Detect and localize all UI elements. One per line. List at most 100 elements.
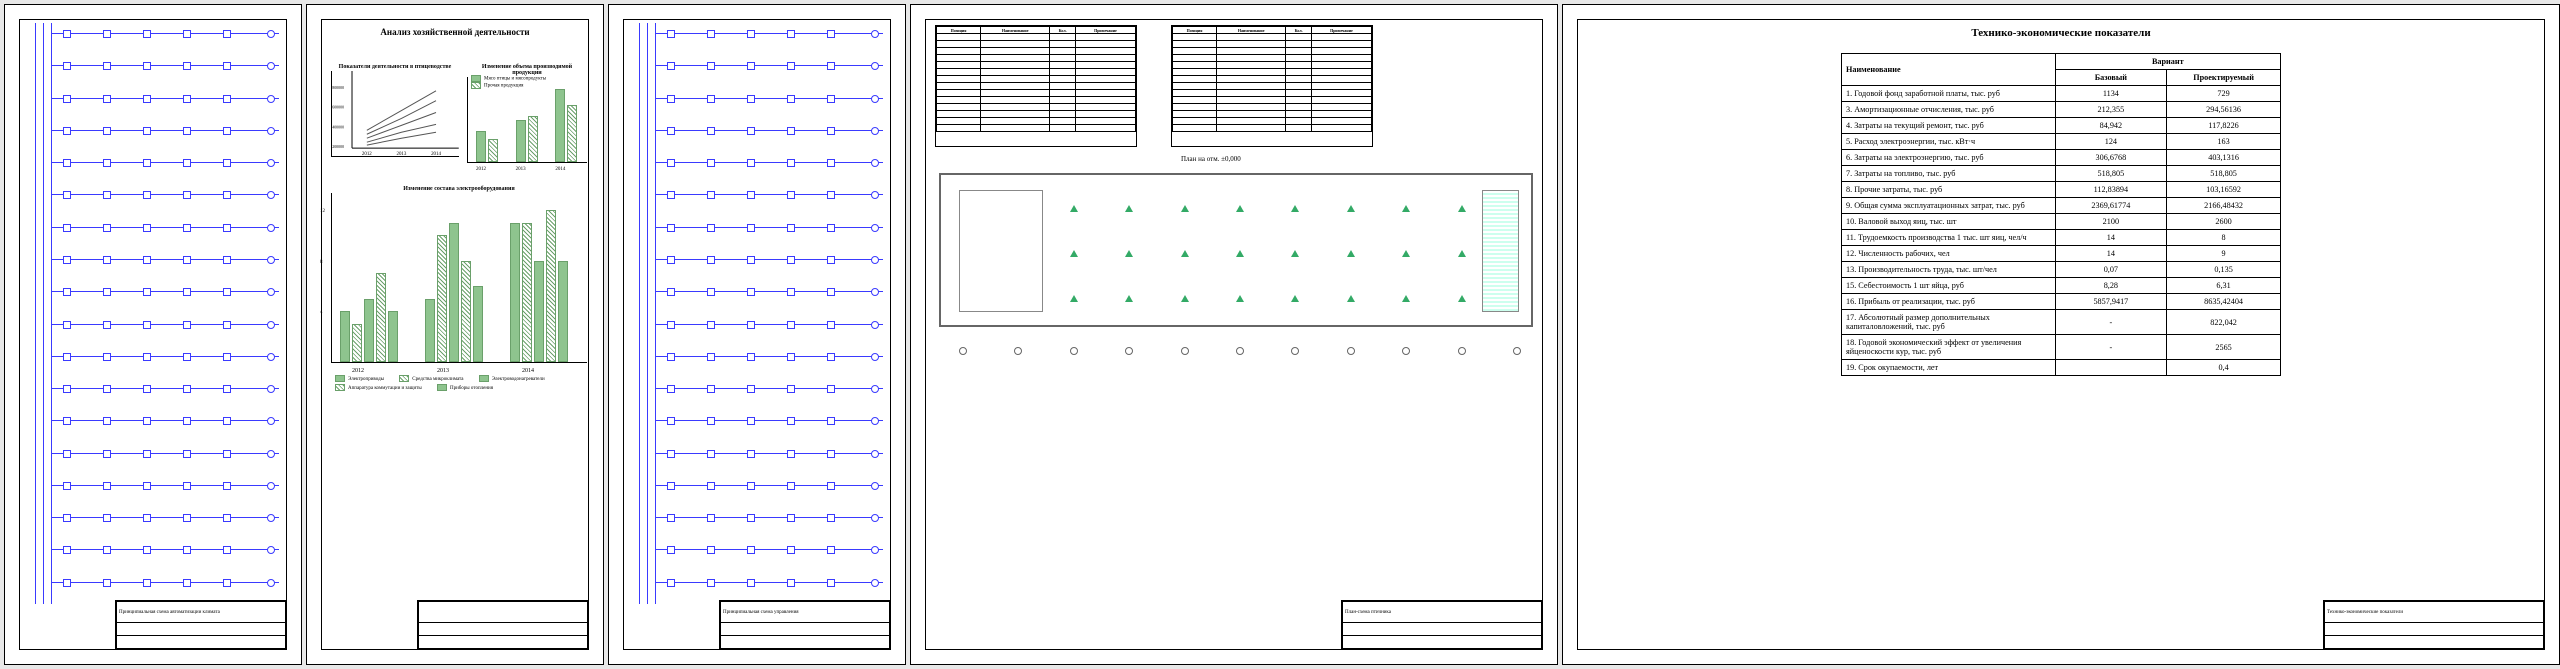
title-block-name: План-схема птичника <box>1343 602 1542 623</box>
legend-chart2: Мясо птицы и мясопродукты Прочая продукц… <box>471 75 546 89</box>
chart-line-indicators: Показатели деятельности в птицеводстве 2… <box>331 63 459 159</box>
title-block <box>417 600 589 650</box>
te-row-design: 2565 <box>2167 335 2281 360</box>
te-row-design: 822,042 <box>2167 310 2281 335</box>
schematic-diagram <box>23 23 283 604</box>
te-row-design: 8 <box>2167 230 2281 246</box>
tech-econ-table: Наименование Вариант Базовый Проектируем… <box>1841 53 2281 376</box>
svg-text:2013: 2013 <box>396 152 406 157</box>
title-block: План-схема птичника <box>1341 600 1543 650</box>
sheet-analysis: Анализ хозяйственной деятельности Показа… <box>306 4 604 665</box>
title-block: Принципиальная схема автоматизации клима… <box>115 600 287 650</box>
te-row-base: 1134 <box>2055 86 2167 102</box>
te-row-base: 212,355 <box>2055 102 2167 118</box>
te-row-base: 14 <box>2055 246 2167 262</box>
svg-text:800000: 800000 <box>332 85 344 90</box>
te-row-design: 103,16592 <box>2167 182 2281 198</box>
sheet-header: Технико-экономические показатели <box>1563 27 2559 39</box>
te-row-base: 518,805 <box>2055 166 2167 182</box>
te-row-design: 2166,48432 <box>2167 198 2281 214</box>
svg-text:2014: 2014 <box>431 152 441 157</box>
svg-text:600000: 600000 <box>332 105 344 110</box>
te-row-design: 2600 <box>2167 214 2281 230</box>
sheet-plan: ПозицияНаименованиеКол.Примечание Позици… <box>910 4 1558 665</box>
te-row-design: 518,805 <box>2167 166 2281 182</box>
te-row-design: 163 <box>2167 134 2281 150</box>
chart-axes: 200000 400000 600000 800000 2012 2013 2014 <box>331 71 459 157</box>
plan-label: План на отм. ±0,000 <box>1181 155 1241 163</box>
te-row-base: 14 <box>2055 230 2167 246</box>
svg-text:2012: 2012 <box>362 152 372 157</box>
spec-table-left: ПозицияНаименованиеКол.Примечание <box>935 25 1137 147</box>
te-row-base: 5857,9417 <box>2055 294 2167 310</box>
te-row-name: 6. Затраты на электроэнергию, тыс. руб <box>1842 150 2056 166</box>
te-row-name: 13. Производительность труда, тыс. шт/че… <box>1842 262 2056 278</box>
te-row-name: 8. Прочие затраты, тыс. руб <box>1842 182 2056 198</box>
chart-axes: 201220132014 <box>467 77 587 163</box>
te-row-base: - <box>2055 310 2167 335</box>
title-block-name: Принципиальная схема управления <box>721 602 890 623</box>
plan-outline <box>939 173 1533 327</box>
sheet-schematic-climate: Принципиальная схема автоматизации клима… <box>4 4 302 665</box>
col-design: Проектируемый <box>2167 70 2281 86</box>
legend-item: Аппаратура коммутации и защиты <box>348 386 422 391</box>
te-row-base: 112,83894 <box>2055 182 2167 198</box>
sheet-tech-econ: Технико-экономические показатели Наимено… <box>1562 4 2560 665</box>
te-row-base: 124 <box>2055 134 2167 150</box>
title-block-name: Принципиальная схема автоматизации клима… <box>117 602 286 623</box>
legend-item: Прочая продукция <box>484 84 523 89</box>
te-row-base: 8,28 <box>2055 278 2167 294</box>
te-row-name: 19. Срок окупаемости, лет <box>1842 360 2056 376</box>
te-row-base: 2100 <box>2055 214 2167 230</box>
col-variant: Вариант <box>2055 54 2280 70</box>
te-row-design: 117,8226 <box>2167 118 2281 134</box>
col-base: Базовый <box>2055 70 2167 86</box>
svg-text:200000: 200000 <box>332 144 344 149</box>
te-row-design: 294,56136 <box>2167 102 2281 118</box>
plan-equipment-zone <box>959 190 1044 312</box>
chart-title: Показатели деятельности в птицеводстве <box>331 63 459 71</box>
te-row-name: 16. Прибыль от реализации, тыс. руб <box>1842 294 2056 310</box>
schematic-diagram <box>627 23 887 604</box>
plan-equipment-zone <box>1482 190 1519 312</box>
te-row-name: 4. Затраты на текущий ремонт, тыс. руб <box>1842 118 2056 134</box>
te-row-name: 5. Расход электроэнергии, тыс. кВт·ч <box>1842 134 2056 150</box>
te-row-base: 2369,61774 <box>2055 198 2167 214</box>
te-row-design: 0,135 <box>2167 262 2281 278</box>
te-row-design: 0,4 <box>2167 360 2281 376</box>
legend-item: Электроводонагреватели <box>492 377 545 382</box>
te-row-design: 403,1316 <box>2167 150 2281 166</box>
te-row-design: 8635,42404 <box>2167 294 2281 310</box>
te-row-name: 7. Затраты на топливо, тыс. руб <box>1842 166 2056 182</box>
legend-item: Мясо птицы и мясопродукты <box>484 77 546 82</box>
te-row-base: 84,942 <box>2055 118 2167 134</box>
sheet-header: Анализ хозяйственной деятельности <box>307 27 603 37</box>
te-row-name: 10. Валовой выход яиц, тыс. шт <box>1842 214 2056 230</box>
spec-table-right: ПозицияНаименованиеКол.Примечание <box>1171 25 1373 147</box>
te-row-design: 729 <box>2167 86 2281 102</box>
title-block: Технико-экономические показатели <box>2323 600 2545 650</box>
te-row-design: 9 <box>2167 246 2281 262</box>
te-row-base: 306,6768 <box>2055 150 2167 166</box>
col-name: Наименование <box>1842 54 2056 86</box>
title-block-name: Технико-экономические показатели <box>2325 602 2544 623</box>
sheet-schematic-control: Принципиальная схема управления <box>608 4 906 665</box>
te-row-name: 12. Численность рабочих, чел <box>1842 246 2056 262</box>
te-row-name: 11. Трудоемкость производства 1 тыс. шт … <box>1842 230 2056 246</box>
te-row-name: 9. Общая сумма эксплуатационных затрат, … <box>1842 198 2056 214</box>
te-row-name: 18. Годовой экономический эффект от увел… <box>1842 335 2056 360</box>
te-row-name: 3. Амортизационные отчисления, тыс. руб <box>1842 102 2056 118</box>
title-block: Принципиальная схема управления <box>719 600 891 650</box>
drawing-set: Принципиальная схема автоматизации клима… <box>0 0 2560 669</box>
te-row-name: 1. Годовой фонд заработной платы, тыс. р… <box>1842 86 2056 102</box>
te-row-design: 6,31 <box>2167 278 2281 294</box>
chart-title: Изменение состава электрооборудования <box>331 185 587 193</box>
te-row-base <box>2055 360 2167 376</box>
legend-item: Средства микроклимата <box>412 377 463 382</box>
chart-axes: 2012201320144812 <box>331 193 587 363</box>
te-row-name: 17. Абсолютный размер дополнительных кап… <box>1842 310 2056 335</box>
legend-item: Приборы отопления <box>450 386 493 391</box>
svg-text:400000: 400000 <box>332 124 344 129</box>
te-row-base: 0,07 <box>2055 262 2167 278</box>
chart-bar-equipment: Изменение состава электрооборудования 20… <box>331 185 587 365</box>
